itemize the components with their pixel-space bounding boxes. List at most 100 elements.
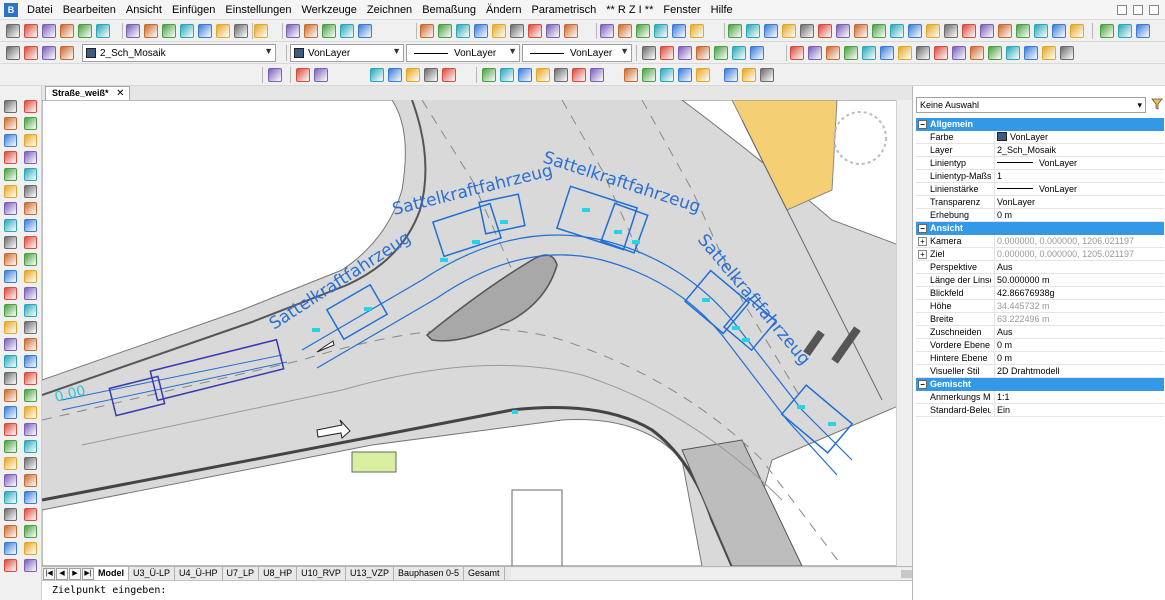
toolbar-tool-icon[interactable] <box>908 24 922 38</box>
property-row[interactable]: Perspektive Aus <box>916 261 1164 274</box>
toolbar-tool-icon[interactable] <box>1016 24 1030 38</box>
draw-tool-icon[interactable] <box>24 474 37 487</box>
toolbar-tool-icon[interactable] <box>826 46 840 60</box>
toolbar-tool-icon[interactable] <box>660 68 674 82</box>
draw-tool-icon[interactable] <box>24 202 37 215</box>
toolbar-tool-icon[interactable] <box>60 24 74 38</box>
toolbar-tool-icon[interactable] <box>546 24 560 38</box>
toolbar-tool-icon[interactable] <box>144 24 158 38</box>
draw-tool-icon[interactable] <box>4 117 17 130</box>
toolbar-tool-icon[interactable] <box>370 68 384 82</box>
menu-ansicht[interactable]: Ansicht <box>121 0 167 20</box>
toolbar-tool-icon[interactable] <box>456 24 470 38</box>
draw-tool-icon[interactable] <box>4 542 17 555</box>
toolbar-tool-icon[interactable] <box>934 46 948 60</box>
menu-einstellungen[interactable]: Einstellungen <box>220 0 296 20</box>
toolbar-tool-icon[interactable] <box>690 24 704 38</box>
toolbar-tool-icon[interactable] <box>654 24 668 38</box>
draw-tool-icon[interactable] <box>4 151 17 164</box>
toolbar-tool-icon[interactable] <box>618 24 632 38</box>
toolbar-tool-icon[interactable] <box>926 24 940 38</box>
draw-tool-icon[interactable] <box>24 253 37 266</box>
property-row[interactable]: Layer 2_Sch_Mosaik <box>916 144 1164 157</box>
toolbar-tool-icon[interactable] <box>500 68 514 82</box>
last-tab-icon[interactable]: ▶| <box>82 567 94 580</box>
toolbar-tool-icon[interactable] <box>962 24 976 38</box>
property-value[interactable]: 0.000000, 0.000000, 1206.021197 <box>994 235 1164 248</box>
toolbar-tool-icon[interactable] <box>746 24 760 38</box>
toolbar-tool-icon[interactable] <box>624 68 638 82</box>
command-line[interactable]: Zielpunkt eingeben: <box>42 580 912 600</box>
property-row[interactable]: Linienstärke VonLayer <box>916 183 1164 196</box>
toolbar-tool-icon[interactable] <box>572 68 586 82</box>
property-row[interactable]: Höhe 34.445732 m <box>916 300 1164 313</box>
toolbar-tool-icon[interactable] <box>162 24 176 38</box>
toolbar-tool-icon[interactable] <box>642 68 656 82</box>
toolbar-tool-icon[interactable] <box>890 24 904 38</box>
draw-tool-icon[interactable] <box>4 508 17 521</box>
toolbar-tool-icon[interactable] <box>818 24 832 38</box>
property-value[interactable]: VonLayer <box>994 183 1164 196</box>
toolbar-tool-icon[interactable] <box>296 68 310 82</box>
draw-tool-icon[interactable] <box>4 100 17 113</box>
toolbar-tool-icon[interactable] <box>872 24 886 38</box>
property-value[interactable]: 42.86676938g <box>994 287 1164 300</box>
property-value[interactable]: 0.000000, 0.000000, 1205.021197 <box>994 248 1164 261</box>
layout-tab-bauphasen[interactable]: Bauphasen 0-5 <box>394 567 465 580</box>
toolbar-tool-icon[interactable] <box>988 46 1002 60</box>
toolbar-tool-icon[interactable] <box>1024 46 1038 60</box>
toolbar-tool-icon[interactable] <box>660 46 674 60</box>
toolbar-tool-icon[interactable] <box>764 24 778 38</box>
toolbar-tool-icon[interactable] <box>536 68 550 82</box>
app-logo-icon[interactable]: B <box>4 2 18 17</box>
toolbar-tool-icon[interactable] <box>474 24 488 38</box>
draw-tool-icon[interactable] <box>24 406 37 419</box>
draw-tool-icon[interactable] <box>24 185 37 198</box>
toolbar-tool-icon[interactable] <box>760 68 774 82</box>
menu-werkzeuge[interactable]: Werkzeuge <box>296 0 361 20</box>
toolbar-tool-icon[interactable] <box>808 46 822 60</box>
toolbar-tool-icon[interactable] <box>96 24 110 38</box>
property-row[interactable]: Zuschneiden Aus <box>916 326 1164 339</box>
toolbar-tool-icon[interactable] <box>60 46 74 60</box>
property-row[interactable]: Hintere Ebene 0 m <box>916 352 1164 365</box>
vertical-scrollbar[interactable] <box>896 100 912 566</box>
draw-tool-icon[interactable] <box>4 355 17 368</box>
toolbar-tool-icon[interactable] <box>24 46 38 60</box>
property-value[interactable]: 2D Drahtmodell <box>994 365 1164 378</box>
toolbar-tool-icon[interactable] <box>1006 46 1020 60</box>
toolbar-tool-icon[interactable] <box>78 24 92 38</box>
toolbar-tool-icon[interactable] <box>1042 46 1056 60</box>
toolbar-tool-icon[interactable] <box>600 24 614 38</box>
toolbar-tool-icon[interactable] <box>800 24 814 38</box>
toolbar-tool-icon[interactable] <box>42 24 56 38</box>
toolbar-tool-icon[interactable] <box>254 24 268 38</box>
property-value[interactable]: Ein <box>994 404 1164 417</box>
toolbar-tool-icon[interactable] <box>696 46 710 60</box>
toolbar-tool-icon[interactable] <box>1100 24 1114 38</box>
toolbar-tool-icon[interactable] <box>970 46 984 60</box>
collapse-icon[interactable]: − <box>918 224 927 233</box>
collapse-icon[interactable]: − <box>918 120 927 129</box>
layout-tab-gesamt[interactable]: Gesamt <box>464 567 505 580</box>
toolbar-tool-icon[interactable] <box>528 24 542 38</box>
property-value[interactable]: VonLayer <box>994 131 1164 144</box>
draw-tool-icon[interactable] <box>4 491 17 504</box>
toolbar-tool-icon[interactable] <box>898 46 912 60</box>
draw-tool-icon[interactable] <box>24 151 37 164</box>
draw-tool-icon[interactable] <box>4 525 17 538</box>
property-value[interactable]: VonLayer <box>994 196 1164 209</box>
toolbar-tool-icon[interactable] <box>672 24 686 38</box>
draw-tool-icon[interactable] <box>24 457 37 470</box>
draw-tool-icon[interactable] <box>4 474 17 487</box>
toolbar-tool-icon[interactable] <box>790 46 804 60</box>
toolbar-tool-icon[interactable] <box>836 24 850 38</box>
draw-tool-icon[interactable] <box>4 185 17 198</box>
scroll-thumb[interactable] <box>900 569 913 578</box>
toolbar-tool-icon[interactable] <box>1034 24 1048 38</box>
toolbar-tool-icon[interactable] <box>728 24 742 38</box>
toolbar-tool-icon[interactable] <box>406 68 420 82</box>
toolbar-tool-icon[interactable] <box>742 68 756 82</box>
property-row[interactable]: Visueller Stil 2D Drahtmodell <box>916 365 1164 378</box>
draw-tool-icon[interactable] <box>24 423 37 436</box>
